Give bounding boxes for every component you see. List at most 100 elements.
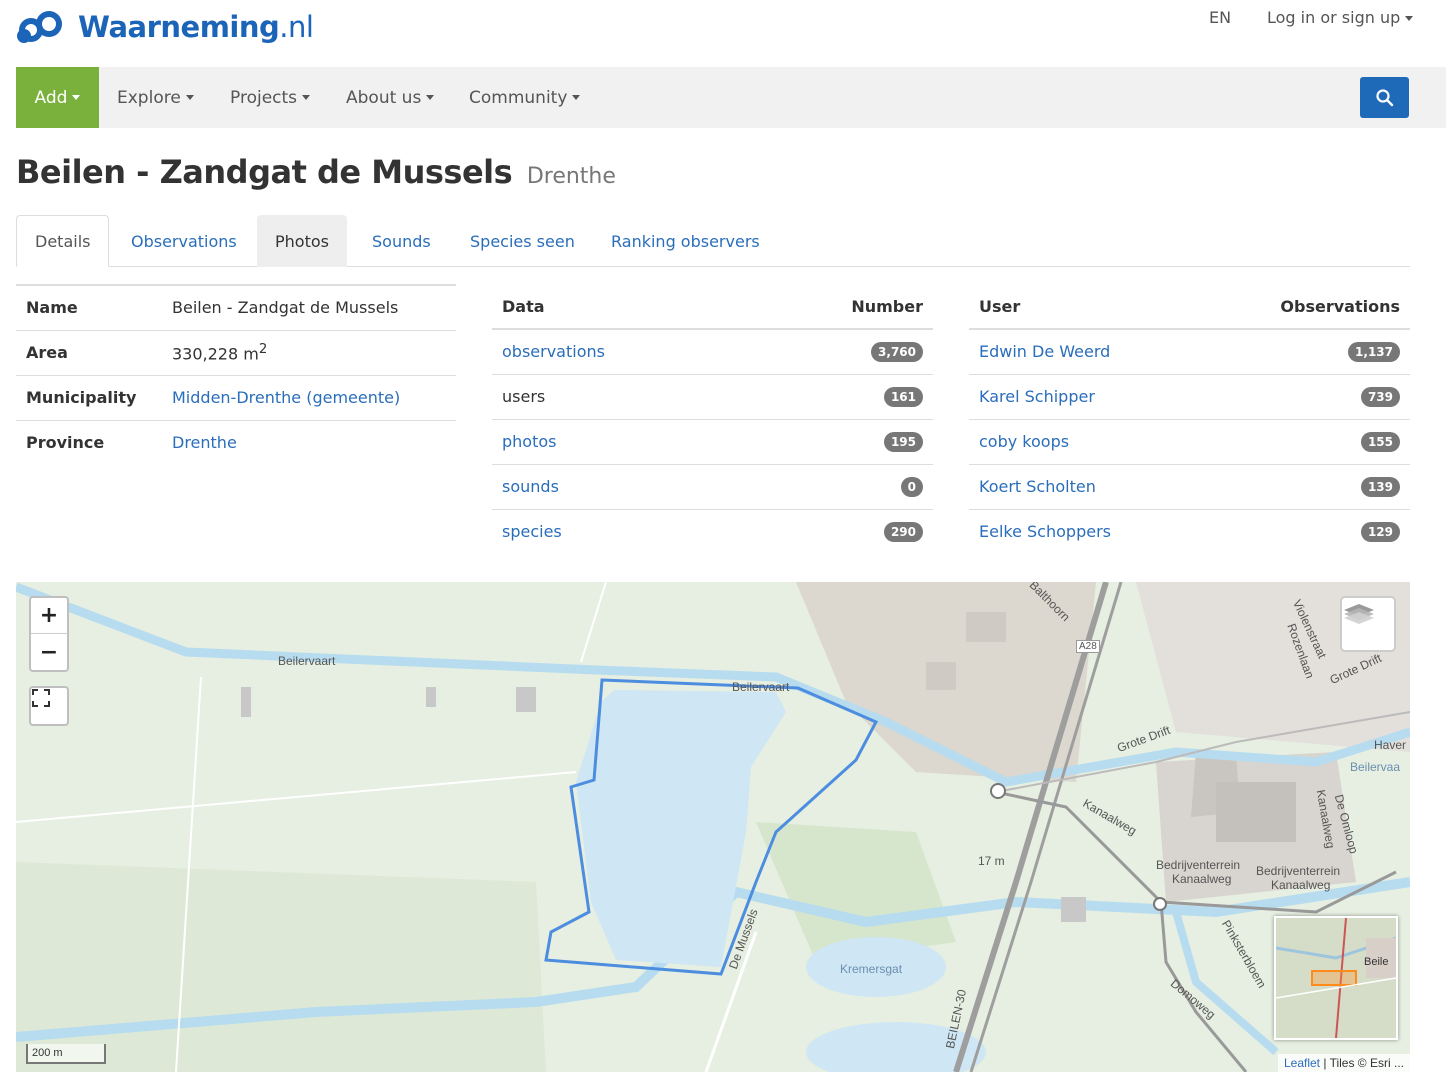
column-header: User (969, 284, 1199, 330)
map-label: Beilervaa (1350, 760, 1401, 774)
table-row: Province Drenthe (16, 419, 456, 465)
table-row: Name Beilen - Zandgat de Mussels (16, 284, 456, 330)
user-link[interactable]: Eelke Schoppers (979, 522, 1111, 541)
layers-icon (1344, 604, 1374, 624)
nav-explore[interactable]: Explore (117, 67, 194, 128)
data-label: photos (492, 418, 745, 464)
user-count: 129 (1198, 508, 1410, 554)
area-unit-exponent: 2 (258, 341, 268, 357)
explore-label: Explore (117, 87, 181, 108)
fullscreen-button[interactable] (29, 686, 69, 726)
add-label: Add (34, 87, 68, 108)
table-row: photos 195 (492, 418, 933, 464)
tab-sounds[interactable]: Sounds (354, 215, 449, 267)
detail-key: Province (16, 419, 162, 465)
map-label: Kremersgat (840, 962, 903, 976)
nav-projects[interactable]: Projects (230, 67, 311, 128)
area-value: 330,228 m (172, 344, 259, 364)
map-label: Kanaalweg (1172, 872, 1232, 886)
chevron-down-icon (72, 95, 81, 100)
table-row: users 161 (492, 373, 933, 419)
tab-ranking-observers[interactable]: Ranking observers (593, 215, 778, 267)
map-label: Beilervaart (732, 680, 790, 694)
observations-link[interactable]: observations (502, 342, 605, 361)
data-count: 195 (744, 418, 933, 464)
user-link[interactable]: Karel Schipper (979, 387, 1095, 406)
login-label: Log in or sign up (1267, 8, 1401, 27)
minimap[interactable]: Beile (1274, 916, 1398, 1040)
sounds-link[interactable]: sounds (502, 477, 559, 496)
search-button[interactable] (1360, 77, 1409, 118)
municipality-link[interactable]: Midden-Drenthe (gemeente) (172, 388, 400, 407)
map-attribution: Leaflet | Tiles © Esri ... (1277, 1054, 1410, 1072)
tab-details[interactable]: Details (16, 215, 110, 267)
count-badge: 139 (1360, 477, 1400, 497)
map-scale: 200 m (26, 1044, 106, 1064)
data-count: 161 (744, 373, 933, 419)
table-row: coby koops 155 (969, 418, 1410, 464)
logo[interactable]: Waarneming.nl (16, 10, 314, 44)
tab-species-seen[interactable]: Species seen (452, 215, 593, 267)
table-row: observations 3,760 (492, 328, 933, 374)
projects-label: Projects (230, 87, 298, 108)
table-header-row: User Observations (969, 284, 1410, 330)
details-table: Name Beilen - Zandgat de Mussels Area 33… (16, 284, 456, 465)
layers-button[interactable] (1340, 596, 1396, 652)
column-header: Observations (1198, 284, 1410, 330)
attribution-text: | Tiles © Esri ... (1320, 1056, 1404, 1070)
user-link[interactable]: coby koops (979, 432, 1069, 451)
chevron-down-icon (426, 95, 435, 100)
table-row: Koert Scholten 139 (969, 463, 1410, 509)
count-badge: 161 (883, 387, 923, 407)
nav-community[interactable]: Community (469, 67, 581, 128)
map-label: Beilervaart (278, 654, 336, 668)
species-link[interactable]: species (502, 522, 562, 541)
logo-wordmark: Waarneming.nl (78, 10, 314, 44)
table-header-row: Data Number (492, 284, 933, 330)
table-row: Municipality Midden-Drenthe (gemeente) (16, 374, 456, 420)
count-badge: 1,137 (1348, 342, 1400, 363)
data-count: 290 (744, 508, 933, 554)
map-label: Bedrijventerrein (1156, 858, 1241, 872)
detail-key: Name (16, 284, 162, 330)
user-cell: Koert Scholten (969, 463, 1199, 509)
user-count: 1,137 (1198, 328, 1410, 374)
data-label: sounds (492, 463, 745, 509)
leaflet-link[interactable]: Leaflet (1284, 1056, 1320, 1070)
nav-about[interactable]: About us (346, 67, 435, 128)
detail-value: Drenthe (162, 419, 456, 465)
community-label: Community (469, 87, 568, 108)
count-badge: 195 (883, 432, 923, 452)
user-link[interactable]: Edwin De Weerd (979, 342, 1110, 361)
tab-observations[interactable]: Observations (113, 215, 255, 267)
login-menu[interactable]: Log in or sign up (1267, 8, 1414, 27)
add-menu-button[interactable]: Add (16, 67, 99, 128)
map-label: Bedrijventerrein (1256, 864, 1341, 878)
language-switch[interactable]: EN (1209, 8, 1231, 27)
table-row: sounds 0 (492, 463, 933, 509)
zoom-in-button[interactable]: + (31, 598, 67, 634)
map-label: Haver (1374, 738, 1407, 752)
zoom-out-button[interactable]: − (31, 634, 67, 670)
data-table: Data Number observations 3,760 users 161 p… (492, 284, 933, 554)
chevron-down-icon (302, 95, 311, 100)
main-nav: Add Explore Projects About us Community (16, 67, 1446, 128)
detail-key: Municipality (16, 374, 162, 420)
location-province: Drenthe (526, 164, 616, 189)
chevron-down-icon (185, 95, 194, 100)
chevron-down-icon (1405, 16, 1414, 21)
logo-icon (16, 10, 66, 44)
tab-photos[interactable]: Photos (257, 215, 347, 267)
zoom-control: + − (29, 596, 69, 672)
photos-link[interactable]: photos (502, 432, 556, 451)
detail-key: Area (16, 329, 162, 375)
detail-value: Beilen - Zandgat de Mussels (162, 284, 456, 330)
location-map[interactable]: Beilervaart Beilervaart Grote Drift Kana… (16, 582, 1410, 1072)
user-link[interactable]: Koert Scholten (979, 477, 1096, 496)
map-label: A28 (1076, 640, 1100, 653)
count-badge: 3,760 (871, 342, 923, 363)
detail-value: 330,228 m2 (162, 329, 456, 375)
count-badge: 155 (1360, 432, 1400, 452)
province-link[interactable]: Drenthe (172, 433, 237, 452)
data-count: 3,760 (744, 328, 933, 374)
